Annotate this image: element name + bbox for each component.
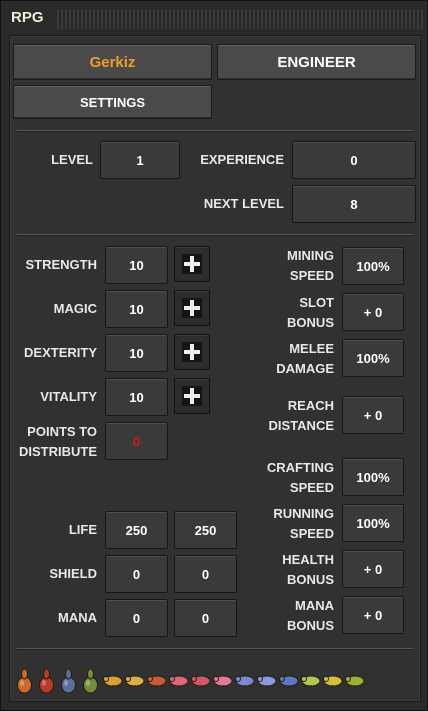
- next-level-label: NEXT LEVEL: [203, 196, 284, 211]
- attribute-value: 10: [105, 246, 168, 284]
- window-title: RPG: [11, 9, 44, 26]
- bonus-value: 100%: [342, 247, 404, 285]
- attribute-label: VITALITY: [40, 389, 97, 404]
- next-level-value: 8: [292, 185, 416, 223]
- attribute-label: MAGIC: [53, 301, 97, 316]
- class-button[interactable]: ENGINEER: [217, 44, 416, 80]
- stat-current-value: 0: [105, 599, 168, 637]
- medium-biter-icon: [147, 675, 167, 693]
- bonus-label: SLOT BONUS: [287, 295, 334, 330]
- points-value: 0: [105, 422, 168, 460]
- divider: [17, 130, 413, 132]
- increase-magic-button[interactable]: [174, 290, 210, 326]
- bonus-value: 100%: [342, 458, 404, 496]
- increase-strength-button[interactable]: [174, 246, 210, 282]
- attribute-label: DEXTERITY: [24, 345, 97, 360]
- experience-label: EXPERIENCE: [200, 152, 284, 167]
- plus-icon: [182, 342, 202, 362]
- experience-value: 0: [292, 141, 416, 179]
- leviathan-biter-icon: [279, 675, 299, 693]
- stat-label: SHIELD: [49, 566, 97, 581]
- divider: [17, 648, 413, 650]
- stat-max-value: 0: [174, 599, 237, 637]
- attribute-value: 10: [105, 334, 168, 372]
- increase-dexterity-button[interactable]: [174, 334, 210, 370]
- medium-spitter-icon: [169, 675, 189, 693]
- medium-worm-icon: [39, 668, 54, 694]
- behemoth-spitter-icon: [257, 675, 277, 693]
- points-label-line2: DISTRIBUTE: [19, 444, 97, 459]
- bonus-label: RUNNING SPEED: [273, 506, 334, 541]
- title-bar[interactable]: RPG: [1, 1, 428, 35]
- divider: [17, 234, 413, 236]
- small-spitter-icon: [125, 675, 145, 693]
- extra-creature-icon: [323, 675, 343, 693]
- plus-icon: [182, 254, 202, 274]
- small-worm-icon: [17, 668, 32, 694]
- level-value: 1: [100, 141, 180, 179]
- bonus-label: MELEE DAMAGE: [276, 341, 334, 376]
- stat-label: LIFE: [68, 522, 97, 537]
- leviathan-spitter-icon: [301, 675, 321, 693]
- big-worm-icon: [61, 668, 76, 694]
- stat-current-value: 250: [105, 511, 168, 549]
- stat-label: MANA: [58, 610, 97, 625]
- bonus-value: + 0: [342, 396, 404, 434]
- bonus-label: HEALTH BONUS: [282, 552, 334, 587]
- final-creature-icon: [345, 675, 365, 693]
- bonus-value: + 0: [342, 596, 404, 634]
- big-spitter-icon: [213, 675, 233, 693]
- bonus-value: + 0: [342, 550, 404, 588]
- increase-vitality-button[interactable]: [174, 378, 210, 414]
- behemoth-biter-icon: [235, 675, 255, 693]
- drag-handle[interactable]: [57, 9, 423, 29]
- attribute-value: 10: [105, 290, 168, 328]
- plus-icon: [182, 298, 202, 318]
- stat-current-value: 0: [105, 555, 168, 593]
- points-label: POINTS TO DISTRIBUTE: [11, 422, 97, 462]
- small-biter-icon: [103, 675, 123, 693]
- attribute-value: 10: [105, 378, 168, 416]
- bonus-label: MINING SPEED: [287, 248, 334, 283]
- bonus-value: 100%: [342, 504, 404, 542]
- big-biter-icon: [191, 675, 211, 693]
- player-name-button[interactable]: Gerkiz: [13, 44, 212, 80]
- bonus-value: + 0: [342, 293, 404, 331]
- behemoth-worm-icon: [83, 668, 98, 694]
- rpg-window: RPG Gerkiz ENGINEER SETTINGS LEVEL 1 EXP…: [0, 0, 428, 711]
- stat-max-value: 250: [174, 511, 237, 549]
- bonus-label: CRAFTING SPEED: [266, 460, 334, 495]
- attribute-label: STRENGTH: [25, 257, 98, 272]
- stat-max-value: 0: [174, 555, 237, 593]
- level-label: LEVEL: [51, 152, 93, 167]
- settings-button[interactable]: SETTINGS: [13, 85, 212, 119]
- bonus-value: 100%: [342, 339, 404, 377]
- points-label-line1: POINTS TO: [27, 424, 97, 439]
- bonus-label: REACH DISTANCE: [268, 398, 334, 433]
- plus-icon: [182, 386, 202, 406]
- unlocked-icons-row: [14, 658, 414, 694]
- bonus-label: MANA BONUS: [287, 598, 334, 633]
